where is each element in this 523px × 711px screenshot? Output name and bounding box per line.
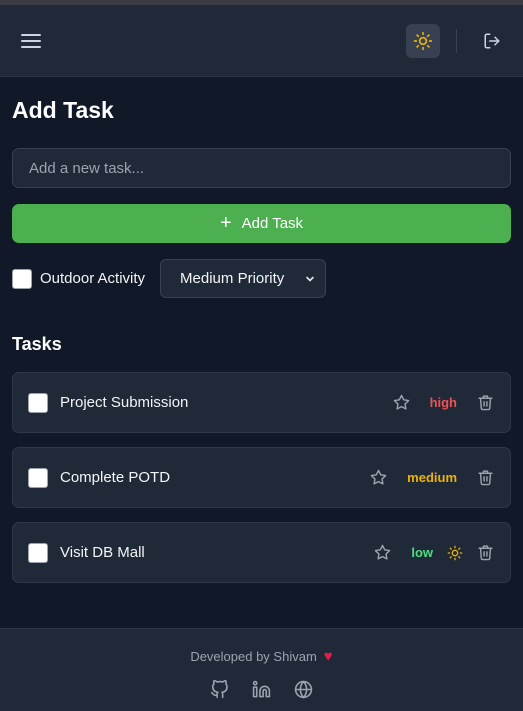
task-actions: high: [393, 394, 494, 411]
tasks-heading: Tasks: [12, 334, 62, 354]
priority-badge: high: [429, 395, 457, 410]
social-links: [210, 680, 313, 699]
task-actions: medium: [370, 469, 494, 486]
developer-credit: Developed by Shivam ♥: [190, 648, 332, 665]
globe-icon: [294, 680, 313, 699]
linkedin-link[interactable]: [252, 680, 271, 699]
star-icon: [393, 394, 409, 410]
star-icon: [370, 469, 387, 485]
delete-button[interactable]: [477, 469, 494, 486]
favorite-button[interactable]: [393, 394, 410, 411]
github-link[interactable]: [210, 680, 229, 699]
task-item: Visit DB Mall low: [12, 522, 511, 583]
favorite-button[interactable]: [370, 469, 387, 486]
sun-icon: [447, 545, 463, 560]
menu-button[interactable]: [14, 24, 48, 58]
header-actions: [406, 23, 509, 58]
header-divider: [456, 28, 457, 53]
sun-icon: [413, 31, 433, 50]
trash-icon: [478, 395, 493, 411]
logout-button[interactable]: [475, 24, 509, 58]
app-footer: Developed by Shivam ♥: [0, 628, 523, 711]
page-title: Add Task: [12, 97, 114, 123]
task-text: Visit DB Mall: [60, 544, 145, 561]
github-icon: [210, 680, 228, 699]
app-header: [0, 5, 523, 77]
delete-button[interactable]: [477, 544, 494, 561]
add-task-button[interactable]: + Add Task: [12, 204, 511, 243]
outdoor-activity-label: Outdoor Activity: [40, 270, 146, 287]
star-icon: [375, 544, 391, 560]
task-options: Outdoor Activity Medium Priority: [12, 259, 511, 298]
priority-badge: low: [411, 545, 433, 560]
theme-toggle-button[interactable]: [406, 23, 440, 58]
outdoor-weather-icon: [447, 545, 463, 561]
task-text: Project Submission: [60, 394, 189, 411]
task-complete-checkbox[interactable]: [28, 467, 48, 488]
credit-text: Developed by Shivam: [190, 649, 317, 664]
task-text: Complete POTD: [60, 469, 171, 486]
trash-icon: [478, 470, 493, 486]
outdoor-activity-checkbox[interactable]: [12, 268, 32, 289]
task-item: Complete POTD medium: [12, 447, 511, 508]
task-list: Project Submission high Complete POTD me…: [12, 372, 511, 583]
priority-select[interactable]: Medium Priority: [160, 259, 327, 298]
task-complete-checkbox[interactable]: [28, 392, 48, 413]
logout-icon: [484, 33, 500, 48]
task-actions: low: [374, 544, 494, 561]
priority-select-value: Medium Priority: [180, 270, 285, 287]
linkedin-icon: [252, 680, 271, 698]
priority-badge: medium: [407, 470, 457, 485]
task-complete-checkbox[interactable]: [28, 542, 48, 563]
hamburger-icon: [21, 33, 41, 48]
add-task-button-label: Add Task: [241, 215, 304, 232]
delete-button[interactable]: [477, 394, 494, 411]
website-link[interactable]: [294, 680, 313, 699]
main-content: Add Task + Add Task Outdoor Activity Med…: [0, 97, 523, 583]
task-item: Project Submission high: [12, 372, 511, 433]
trash-icon: [478, 545, 493, 561]
heart-icon: ♥: [323, 648, 333, 665]
plus-icon: +: [219, 211, 232, 234]
chevron-down-icon: [306, 276, 314, 281]
favorite-button[interactable]: [374, 544, 391, 561]
new-task-input[interactable]: [12, 148, 511, 188]
